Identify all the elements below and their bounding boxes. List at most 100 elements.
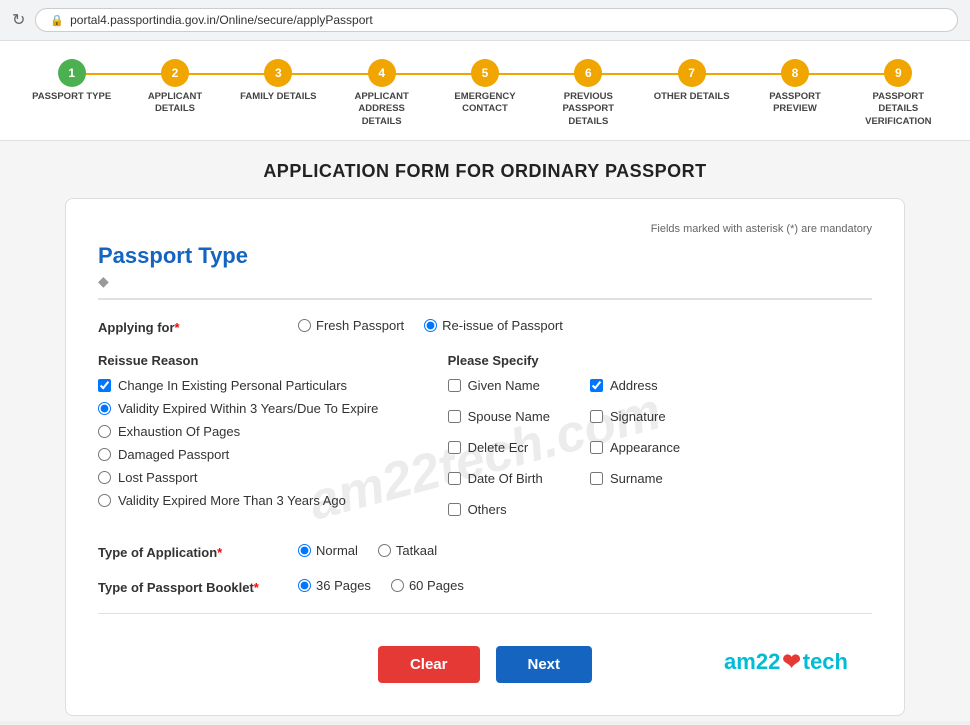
- tatkaal-label: Tatkaal: [396, 543, 437, 558]
- step-item-3: 4 APPLICANT ADDRESS DETAILS: [330, 59, 433, 128]
- step-label-6: OTHER DETAILS: [654, 91, 730, 103]
- specify-col1: Given Name Spouse Name Delete Ecr: [448, 378, 550, 525]
- reason-validity-radio[interactable]: [98, 402, 111, 415]
- brand-footer: am22❤tech: [724, 649, 848, 675]
- specify-date-of-birth[interactable]: Date Of Birth: [448, 471, 550, 486]
- step-circle-3[interactable]: 4: [368, 59, 396, 87]
- step-label-5: PREVIOUS PASSPORT DETAILS: [548, 91, 628, 128]
- specify-delete-ecr-checkbox[interactable]: [448, 441, 461, 454]
- specify-spouse-name[interactable]: Spouse Name: [448, 409, 550, 424]
- normal-radio[interactable]: [298, 544, 311, 557]
- 36pages-radio[interactable]: [298, 579, 311, 592]
- specify-surname[interactable]: Surname: [590, 471, 680, 486]
- page-title: APPLICATION FORM FOR ORDINARY PASSPORT: [0, 141, 970, 198]
- reason-validity-3yearsago[interactable]: Validity Expired More Than 3 Years Ago: [98, 493, 438, 508]
- section-title: Passport Type: [98, 243, 872, 269]
- page-content: 1PASSPORT TYPE2APPLICANT DETAILS3FAMILY …: [0, 41, 970, 721]
- step-item-7: 8 PASSPORT PREVIEW: [743, 59, 846, 116]
- reason-3yearsago-radio[interactable]: [98, 494, 111, 507]
- reason-damaged-radio[interactable]: [98, 448, 111, 461]
- url-text: portal4.passportindia.gov.in/Online/secu…: [70, 13, 373, 27]
- step-label-2: FAMILY DETAILS: [240, 91, 316, 103]
- specify-surname-checkbox[interactable]: [590, 472, 603, 485]
- specify-given-name[interactable]: Given Name: [448, 378, 550, 393]
- please-specify-title: Please Specify: [448, 353, 872, 368]
- reason-validity-3years[interactable]: Validity Expired Within 3 Years/Due To E…: [98, 401, 438, 416]
- reissue-passport-label: Re-issue of Passport: [442, 318, 563, 333]
- step-circle-0[interactable]: 1: [58, 59, 86, 87]
- step-label-3: APPLICANT ADDRESS DETAILS: [342, 91, 422, 128]
- reason-change-particulars[interactable]: Change In Existing Personal Particulars: [98, 378, 438, 393]
- specify-dob-checkbox[interactable]: [448, 472, 461, 485]
- specify-signature-checkbox[interactable]: [590, 410, 603, 423]
- 60pages-option[interactable]: 60 Pages: [391, 578, 464, 593]
- specify-given-name-checkbox[interactable]: [448, 379, 461, 392]
- specify-delete-ecr[interactable]: Delete Ecr: [448, 440, 550, 455]
- applying-for-row: Applying for* Fresh Passport Re-issue of…: [98, 318, 872, 335]
- reason-change-checkbox[interactable]: [98, 379, 111, 392]
- clear-button[interactable]: Clear: [378, 646, 480, 683]
- step-item-0: 1 PASSPORT TYPE: [20, 59, 123, 103]
- browser-bar: ↻ 🔒 portal4.passportindia.gov.in/Online/…: [0, 0, 970, 41]
- step-label-4: EMERGENCY CONTACT: [445, 91, 525, 116]
- tatkaal-option[interactable]: Tatkaal: [378, 543, 437, 558]
- diamond-icon: ◆: [98, 273, 872, 290]
- type-of-booklet-options: 36 Pages 60 Pages: [298, 578, 464, 593]
- specify-spouse-checkbox[interactable]: [448, 410, 461, 423]
- type-of-application-row: Type of Application* Normal Tatkaal: [98, 543, 872, 560]
- reissue-reason-col: Reissue Reason Change In Existing Person…: [98, 353, 438, 525]
- next-button[interactable]: Next: [496, 646, 593, 683]
- specify-signature[interactable]: Signature: [590, 409, 680, 424]
- step-label-0: PASSPORT TYPE: [32, 91, 111, 103]
- brand-text-before: am22: [724, 649, 780, 675]
- specify-address-checkbox[interactable]: [590, 379, 603, 392]
- refresh-icon[interactable]: ↻: [12, 10, 25, 30]
- normal-option[interactable]: Normal: [298, 543, 358, 558]
- 36pages-label: 36 Pages: [316, 578, 371, 593]
- specify-col2: Address Signature Appearance: [590, 378, 680, 525]
- reissue-passport-radio[interactable]: [424, 319, 437, 332]
- step-item-6: 7 OTHER DETAILS: [640, 59, 743, 103]
- specify-others-checkbox[interactable]: [448, 503, 461, 516]
- fresh-passport-option[interactable]: Fresh Passport: [298, 318, 404, 333]
- step-label-7: PASSPORT PREVIEW: [755, 91, 835, 116]
- specify-address[interactable]: Address: [590, 378, 680, 393]
- step-item-8: 9 PASSPORT DETAILS VERIFICATION: [847, 59, 950, 128]
- required-star: *: [175, 320, 180, 335]
- form-inner: Fields marked with asterisk (*) are mand…: [98, 223, 872, 691]
- step-circle-8[interactable]: 9: [884, 59, 912, 87]
- type-of-booklet-row: Type of Passport Booklet* 36 Pages 60 Pa…: [98, 578, 872, 595]
- step-circle-1[interactable]: 2: [161, 59, 189, 87]
- fresh-passport-radio[interactable]: [298, 319, 311, 332]
- 60pages-radio[interactable]: [391, 579, 404, 592]
- step-circle-7[interactable]: 8: [781, 59, 809, 87]
- reason-exhaustion-radio[interactable]: [98, 425, 111, 438]
- lock-icon: 🔒: [50, 14, 64, 27]
- step-label-8: PASSPORT DETAILS VERIFICATION: [858, 91, 938, 128]
- brand-text-after: tech: [803, 649, 848, 675]
- step-circle-4[interactable]: 5: [471, 59, 499, 87]
- two-col-section: Reissue Reason Change In Existing Person…: [98, 353, 872, 525]
- tatkaal-radio[interactable]: [378, 544, 391, 557]
- specify-others[interactable]: Others: [448, 502, 550, 517]
- specify-appearance[interactable]: Appearance: [590, 440, 680, 455]
- reason-exhaustion[interactable]: Exhaustion Of Pages: [98, 424, 438, 439]
- url-bar[interactable]: 🔒 portal4.passportindia.gov.in/Online/se…: [35, 8, 958, 32]
- step-circle-2[interactable]: 3: [264, 59, 292, 87]
- reissue-reason-title: Reissue Reason: [98, 353, 438, 368]
- normal-label: Normal: [316, 543, 358, 558]
- specify-appearance-checkbox[interactable]: [590, 441, 603, 454]
- type-of-application-options: Normal Tatkaal: [298, 543, 437, 558]
- reason-lost-radio[interactable]: [98, 471, 111, 484]
- step-circle-6[interactable]: 7: [678, 59, 706, 87]
- reissue-passport-option[interactable]: Re-issue of Passport: [424, 318, 563, 333]
- form-card: am22tech.com Fields marked with asterisk…: [65, 198, 905, 716]
- fresh-passport-label: Fresh Passport: [316, 318, 404, 333]
- reason-lost[interactable]: Lost Passport: [98, 470, 438, 485]
- step-item-5: 6 PREVIOUS PASSPORT DETAILS: [537, 59, 640, 128]
- reason-damaged[interactable]: Damaged Passport: [98, 447, 438, 462]
- step-item-2: 3 FAMILY DETAILS: [227, 59, 330, 103]
- 60pages-label: 60 Pages: [409, 578, 464, 593]
- step-circle-5[interactable]: 6: [574, 59, 602, 87]
- 36pages-option[interactable]: 36 Pages: [298, 578, 371, 593]
